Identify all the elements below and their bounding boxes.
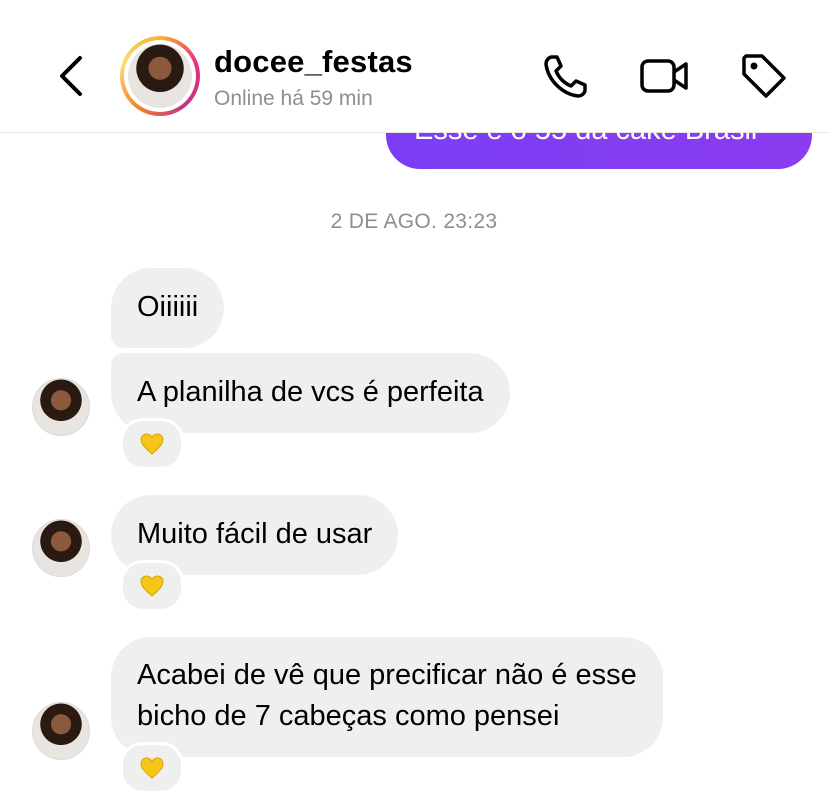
sender-avatar[interactable]: [32, 378, 90, 436]
yellow-heart-icon: [140, 433, 164, 455]
message-reaction[interactable]: [120, 742, 184, 794]
message-text: A planilha de vcs é perfeita: [137, 376, 484, 408]
online-status: Online há 59 min: [214, 87, 373, 110]
tag-icon: [742, 54, 786, 98]
message-text: Muito fácil de usar: [137, 518, 373, 550]
message-text-line: bicho de 7 cabeças como pensei: [137, 700, 560, 732]
video-call-button[interactable]: [638, 50, 690, 102]
date-separator: 2 DE AGO. 23:23: [330, 210, 498, 233]
back-arrow-icon: [60, 56, 82, 96]
profile-avatar[interactable]: [120, 36, 200, 116]
video-camera-icon: [640, 59, 688, 93]
received-message-bubble[interactable]: Acabei de vê que precificar não é esse b…: [111, 637, 663, 757]
chat-header: docee_festas Online há 59 min: [0, 0, 828, 133]
message-reaction[interactable]: [120, 560, 184, 612]
tag-button[interactable]: [738, 50, 790, 102]
yellow-heart-icon: [140, 757, 164, 779]
message-reaction[interactable]: [120, 418, 184, 470]
sender-avatar[interactable]: [32, 702, 90, 760]
voice-call-button[interactable]: [540, 50, 592, 102]
received-message-bubble[interactable]: Oiiiiii: [111, 268, 225, 348]
yellow-heart-icon: [140, 575, 164, 597]
sender-avatar[interactable]: [32, 519, 90, 577]
message-text-line: Acabei de vê que precificar não é esse: [137, 659, 637, 691]
phone-icon: [544, 55, 587, 98]
back-button[interactable]: [52, 52, 92, 100]
message-text: Oiiiiii: [137, 291, 199, 323]
chat-username[interactable]: docee_festas: [214, 44, 413, 80]
